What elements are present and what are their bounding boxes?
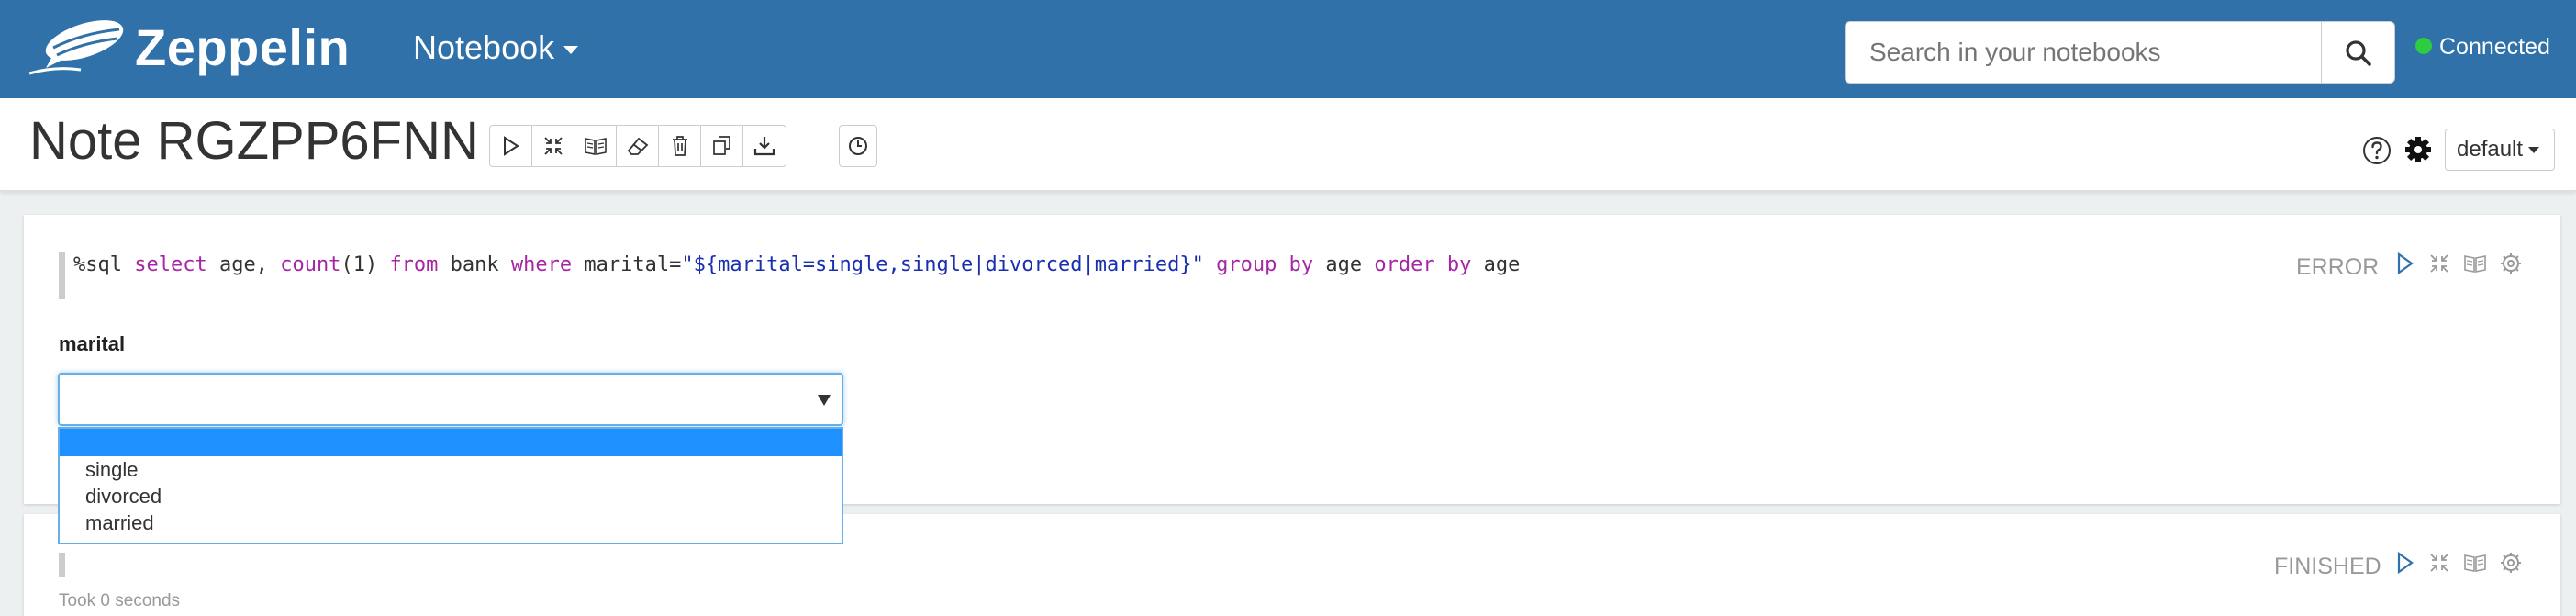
paragraph-status: ERROR	[2296, 254, 2380, 280]
status-dot-icon	[2415, 38, 2432, 55]
clear-output-button[interactable]	[617, 126, 659, 166]
export-icon	[753, 137, 775, 156]
option-empty[interactable]	[60, 429, 842, 456]
code-text: bank	[450, 253, 499, 276]
export-note-button[interactable]	[743, 126, 786, 166]
toggle-output-button[interactable]	[574, 126, 617, 166]
code-text: age	[1483, 253, 1521, 276]
brand-name[interactable]: Zeppelin	[135, 18, 350, 77]
form-label-marital: marital	[59, 332, 126, 355]
caret-down-icon	[2528, 147, 2540, 154]
paragraph-settings-icon[interactable]	[2500, 252, 2522, 274]
note-header: Note RGZPP6FNN	[0, 98, 2576, 191]
code-function: count	[280, 253, 341, 276]
note-toolbar	[489, 125, 786, 167]
delete-note-button[interactable]	[659, 126, 701, 166]
marital-select[interactable]	[58, 373, 843, 426]
code-string: "${marital=single,single|divorced|marrie…	[681, 253, 1204, 276]
paragraph-controls	[2395, 252, 2522, 275]
toggle-editor-icon[interactable]	[2428, 552, 2450, 574]
marital-options-list: single divorced married	[58, 427, 843, 544]
code-keyword: from	[389, 253, 439, 276]
run-all-icon	[503, 136, 519, 156]
scheduler-button[interactable]	[839, 125, 877, 167]
code-keyword: where	[510, 253, 573, 276]
code-text: age,	[218, 253, 268, 276]
code-interpreter-prefix: %sql	[73, 253, 122, 276]
notebook-menu-label: Notebook	[413, 28, 555, 66]
connection-status-label: Connected	[2439, 34, 2550, 60]
code-text: age	[1325, 253, 1363, 276]
toggle-editor-icon[interactable]	[2428, 252, 2450, 274]
run-paragraph-icon[interactable]	[2395, 551, 2415, 575]
notebook-menu[interactable]: Notebook	[413, 28, 579, 68]
code-text: marital=	[584, 253, 682, 276]
toggle-output-icon	[584, 138, 607, 155]
clear-output-icon	[627, 137, 648, 155]
toggle-editor-icon	[543, 137, 563, 155]
clock-icon	[849, 137, 867, 155]
clone-icon	[712, 136, 730, 155]
code-editor[interactable]: %sql select age, count(1) from bank wher…	[73, 252, 1520, 279]
search-input[interactable]	[1845, 21, 2322, 84]
connection-status: Connected	[2415, 33, 2550, 61]
toggle-editor-button[interactable]	[532, 126, 574, 166]
run-paragraph-icon[interactable]	[2395, 252, 2415, 275]
search-button[interactable]	[2322, 21, 2395, 84]
code-keyword: select	[134, 253, 207, 276]
help-icon[interactable]	[2362, 136, 2392, 165]
caret-down-icon	[563, 45, 579, 54]
delete-icon	[672, 136, 687, 156]
note-title[interactable]: Note RGZPP6FNN	[29, 111, 479, 172]
interpreter-binding-dropdown[interactable]: default	[2445, 129, 2555, 171]
paragraph-status: FINISHED	[2274, 554, 2381, 579]
option-married[interactable]: married	[60, 510, 842, 536]
option-divorced[interactable]: divorced	[60, 483, 842, 510]
zeppelin-logo-icon[interactable]	[28, 15, 128, 79]
execution-time: Took 0 seconds	[59, 591, 181, 610]
option-single[interactable]: single	[60, 456, 842, 483]
settings-gear-icon[interactable]	[2404, 135, 2432, 164]
editor-gutter	[59, 252, 65, 299]
navbar: Zeppelin Notebook Connected	[0, 0, 2576, 98]
toggle-output-icon[interactable]	[2463, 252, 2487, 274]
paragraph-settings-icon[interactable]	[2500, 552, 2522, 574]
clone-note-button[interactable]	[701, 126, 743, 166]
run-all-button[interactable]	[490, 126, 532, 166]
editor-gutter	[59, 553, 65, 577]
code-number: 1	[352, 253, 365, 276]
search-icon	[2346, 40, 2371, 66]
code-keyword: group by	[1216, 253, 1314, 276]
toggle-output-icon[interactable]	[2463, 552, 2487, 574]
code-keyword: order by	[1374, 253, 1472, 276]
paragraph-controls	[2395, 551, 2522, 575]
dropdown-arrow-icon	[818, 395, 831, 406]
interpreter-binding-label: default	[2457, 137, 2524, 162]
